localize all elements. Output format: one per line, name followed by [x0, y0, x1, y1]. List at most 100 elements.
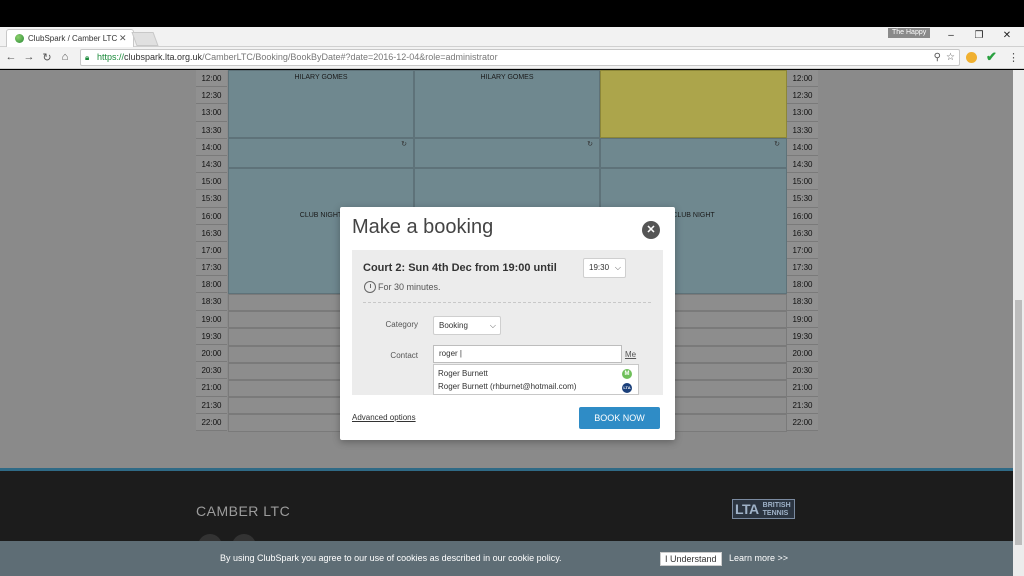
repeat-icon: ↻ [774, 141, 780, 148]
suggestion-item[interactable]: Roger Burnett (rhburnet@hotmail.com) [438, 382, 576, 391]
footer-title: CAMBER LTC [196, 503, 291, 519]
learn-more-link[interactable]: Learn more >> [729, 553, 788, 563]
time-label: 17:00 [787, 242, 818, 260]
back-icon[interactable]: ← [4, 51, 18, 63]
checkmark-extension-icon[interactable]: ✔ [986, 49, 997, 65]
time-label: 14:00 [196, 139, 227, 156]
divider [363, 302, 651, 303]
time-label: 19:30 [196, 328, 227, 345]
time-label: 14:30 [787, 156, 818, 174]
category-value: Booking [439, 321, 468, 330]
zoom-icon[interactable]: ⚲ [934, 50, 941, 65]
time-label: 20:00 [196, 345, 227, 363]
me-link[interactable]: Me [625, 350, 636, 359]
time-label: 12:30 [196, 87, 227, 105]
time-label: 18:30 [787, 293, 818, 311]
time-label: 18:00 [196, 276, 227, 294]
scrollbar[interactable] [1013, 70, 1024, 576]
cookie-bar: By using ClubSpark you agree to our use … [0, 541, 1013, 576]
home-icon[interactable]: ⌂ [58, 51, 72, 63]
booking-slot[interactable]: ↻ [600, 138, 787, 168]
booking-label: HILARY GOMES [294, 74, 348, 81]
time-label: 20:30 [196, 362, 227, 380]
time-label: 12:00 [787, 70, 818, 88]
time-label: 19:30 [787, 328, 818, 345]
restore-icon[interactable]: ❐ [972, 30, 986, 41]
repeat-icon: ↻ [401, 141, 407, 148]
time-label: 21:00 [787, 379, 818, 397]
time-label: 22:00 [196, 414, 227, 431]
url-field[interactable]: 🔒︎ https://clubspark.lta.org.uk/CamberLT… [80, 49, 960, 66]
clock-icon [364, 281, 376, 293]
time-label: 12:00 [196, 70, 227, 88]
forward-icon[interactable]: → [22, 51, 36, 63]
booking-slot[interactable]: ↻ [414, 138, 600, 168]
time-label: 17:30 [196, 259, 227, 277]
chevron-down-icon: ⌵ [614, 263, 621, 272]
reload-icon[interactable]: ↻ [40, 51, 54, 64]
booking-label: HILARY GOMES [480, 74, 534, 81]
url-scheme: https:// [97, 52, 125, 62]
cookie-text: By using ClubSpark you agree to our use … [220, 553, 562, 563]
contact-label: Contact [390, 351, 418, 360]
time-label: 15:30 [787, 190, 818, 208]
booking-slot[interactable]: HILARY GOMES [414, 70, 600, 138]
category-label: Category [385, 320, 418, 329]
contact-input[interactable]: roger | [433, 345, 622, 363]
menu-icon[interactable]: ⋮ [1008, 51, 1019, 64]
url-path: /CamberLTC/Booking/BookByDate#?date=2016… [202, 52, 498, 62]
member-badge-icon: M [622, 369, 632, 379]
advanced-options-link[interactable]: Advanced options [352, 413, 416, 422]
new-tab-button[interactable] [131, 32, 159, 46]
time-label: 13:30 [196, 122, 227, 139]
lta-badge-icon: LTA [622, 383, 632, 393]
duration-text: For 30 minutes. [378, 282, 441, 292]
time-label: 13:00 [196, 104, 227, 122]
time-label: 18:00 [787, 276, 818, 294]
profile-badge[interactable]: The Happy [888, 28, 931, 38]
time-label: 22:00 [787, 414, 818, 431]
repeat-icon: ↻ [587, 141, 593, 148]
lta-logo[interactable]: LTA BRITISH TENNIS [732, 499, 795, 519]
time-column-left: 12:00 12:30 13:00 13:30 14:00 14:30 15:00 15:30… [196, 70, 227, 431]
time-label: 15:30 [196, 190, 227, 208]
tab-title: ClubSpark / Camber LTC [28, 34, 118, 43]
url-host: clubspark.lta.org.uk [124, 52, 203, 62]
time-label: 15:00 [196, 173, 227, 191]
contact-suggestions: Roger Burnett M Roger Burnett (rhburnet@… [433, 364, 639, 395]
booking-modal: Make a booking ✕ Court 2: Sun 4th Dec fr… [340, 207, 675, 440]
time-label: 14:00 [787, 139, 818, 156]
screen: ClubSpark / Camber LTC ✕ The Happy – ❐ ✕… [0, 0, 1024, 576]
understand-button[interactable]: I Understand [660, 552, 722, 566]
time-label: 20:00 [787, 345, 818, 363]
time-label: 15:00 [787, 173, 818, 191]
lock-icon: 🔒︎ [85, 53, 90, 62]
end-time-select[interactable]: 19:30 ⌵ [583, 258, 626, 278]
browser-tab[interactable]: ClubSpark / Camber LTC ✕ [6, 29, 134, 47]
star-icon[interactable]: ☆ [946, 50, 955, 65]
close-icon[interactable]: ✕ [642, 221, 660, 239]
time-label: 19:00 [196, 311, 227, 328]
category-select[interactable]: Booking ⌵ [433, 316, 501, 335]
selected-slot[interactable] [600, 70, 787, 138]
extension-icon[interactable] [966, 52, 977, 63]
time-label: 12:30 [787, 87, 818, 105]
suggestion-item[interactable]: Roger Burnett [438, 369, 488, 378]
address-bar-row: ← → ↻ ⌂ 🔒︎ https://clubspark.lta.org.uk/… [0, 47, 1024, 69]
booking-slot[interactable]: HILARY GOMES [228, 70, 414, 138]
time-label: 21:30 [196, 397, 227, 414]
booking-slot[interactable]: ↻ [228, 138, 414, 168]
book-now-button[interactable]: BOOK NOW [579, 407, 660, 429]
time-label: 17:00 [196, 242, 227, 260]
time-label: 16:30 [787, 225, 818, 242]
top-band [0, 0, 1024, 27]
window-close-icon[interactable]: ✕ [1000, 30, 1014, 41]
minimize-icon[interactable]: – [944, 30, 958, 41]
booking-details: Court 2: Sun 4th Dec from 19:00 until 19… [352, 250, 663, 395]
scrollbar-thumb[interactable] [1015, 300, 1022, 545]
browser-tab-strip: ClubSpark / Camber LTC ✕ The Happy – ❐ ✕ [0, 27, 1024, 47]
lta-logo-line2: TENNIS [762, 510, 789, 517]
time-label: 14:30 [196, 156, 227, 174]
tab-close-icon[interactable]: ✕ [119, 33, 129, 44]
booking-heading: Court 2: Sun 4th Dec from 19:00 until [363, 262, 557, 274]
